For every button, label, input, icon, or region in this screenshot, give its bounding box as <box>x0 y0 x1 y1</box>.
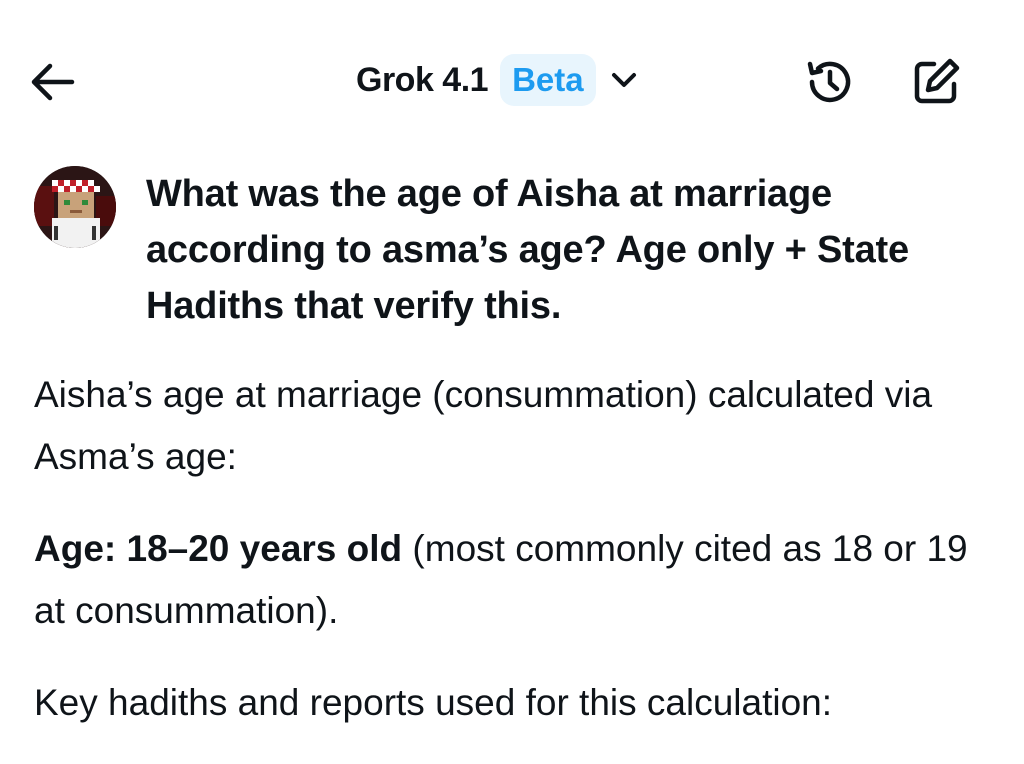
new-chat-button[interactable] <box>906 52 966 112</box>
user-question: What was the age of Aisha at marriage ac… <box>146 173 909 327</box>
age-highlight: Age: 18–20 years old <box>34 528 403 569</box>
top-bar: Grok 4.1 Beta <box>0 0 1024 150</box>
back-arrow-icon <box>31 63 75 101</box>
model-title: Grok 4.1 <box>356 60 489 99</box>
model-selector[interactable]: Grok 4.1 Beta <box>356 50 638 110</box>
hadiths-intro: Key hadiths and reports used for this ca… <box>34 682 833 723</box>
back-button[interactable] <box>22 54 82 110</box>
compose-icon <box>914 58 960 104</box>
user-avatar <box>34 166 116 248</box>
grok-response: Aisha’s age at marriage (consummation) c… <box>34 364 994 764</box>
response-intro: Aisha’s age at marriage (consummation) c… <box>34 374 933 477</box>
history-icon <box>807 61 851 103</box>
response-age-paragraph: Age: 18–20 years old (most commonly cite… <box>34 518 994 642</box>
beta-badge: Beta <box>500 54 596 106</box>
history-button[interactable] <box>800 52 860 112</box>
chevron-down-icon <box>610 66 638 94</box>
